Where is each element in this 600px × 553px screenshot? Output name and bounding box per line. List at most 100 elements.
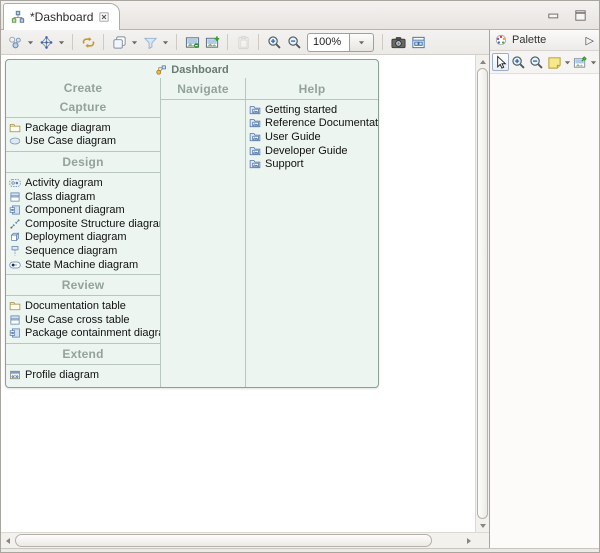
new-table-button-dropdown[interactable] xyxy=(56,32,67,52)
dashboard-item[interactable]: Composite Structure diagram xyxy=(6,217,160,231)
network-graph-icon xyxy=(39,35,54,50)
zoom-level-dropdown-button[interactable] xyxy=(349,33,374,52)
filter-button[interactable] xyxy=(140,32,160,52)
palette-zoom-out-tool[interactable] xyxy=(528,53,545,71)
dashboard-item[interactable]: Component diagram xyxy=(6,203,160,217)
filter-button-dropdown[interactable] xyxy=(160,32,171,52)
copy-appearance-button-dropdown[interactable] xyxy=(129,32,140,52)
section-items: Documentation tableUse Case cross tableP… xyxy=(6,296,160,343)
palette-header[interactable]: Palette ▷ xyxy=(490,30,599,51)
dashboard-item[interactable]: Package diagram xyxy=(6,121,160,135)
minimize-button[interactable] xyxy=(546,8,560,22)
zoom-level-value[interactable]: 100% xyxy=(307,33,349,52)
section-divider xyxy=(6,151,160,152)
screenshot-button[interactable] xyxy=(388,32,408,52)
dashboard-item[interactable]: Reference Documentation xyxy=(246,117,378,131)
dashboard-item[interactable]: Use Case diagram xyxy=(6,135,160,149)
deployment-icon xyxy=(9,231,21,243)
image-tool[interactable] xyxy=(572,53,589,71)
item-label: Support xyxy=(265,158,304,170)
diagram-nodes-icon xyxy=(8,35,23,50)
dashboard-item[interactable]: Class diagram xyxy=(6,190,160,204)
maximize-button[interactable] xyxy=(573,8,587,22)
vertical-scrollbar-thumb[interactable] xyxy=(477,68,488,519)
scroll-left-button[interactable] xyxy=(1,533,14,549)
item-label: Use Case diagram xyxy=(25,135,116,147)
maximize-icon xyxy=(573,8,588,23)
new-diagram-button[interactable] xyxy=(5,32,25,52)
sequence-icon xyxy=(9,245,21,257)
scroll-up-button[interactable] xyxy=(476,55,489,68)
paste-button[interactable] xyxy=(233,32,253,52)
zoom-out-icon xyxy=(529,55,544,70)
item-label: Package diagram xyxy=(25,122,111,134)
close-icon[interactable] xyxy=(98,11,110,23)
copy-shapes-icon xyxy=(112,35,127,50)
ellipse-icon xyxy=(9,135,21,147)
section-title: Capture xyxy=(6,99,160,116)
column-title: Help xyxy=(246,80,378,100)
sync-button[interactable] xyxy=(78,32,98,52)
new-table-button[interactable] xyxy=(36,32,56,52)
diagram-layout-button[interactable] xyxy=(408,32,428,52)
select-tool[interactable] xyxy=(492,53,509,71)
dashboard-item[interactable]: Package containment diagram xyxy=(6,327,160,341)
image-tool-dropdown[interactable] xyxy=(590,53,597,71)
sync-gold-icon xyxy=(81,35,96,50)
item-label: Deployment diagram xyxy=(25,231,127,243)
toolbar-separator xyxy=(258,34,259,50)
new-diagram-button-dropdown[interactable] xyxy=(25,32,36,52)
toolbar-separator xyxy=(72,34,73,50)
toolbar-separator xyxy=(103,34,104,50)
help-folder-icon xyxy=(249,104,261,116)
dashboard-item[interactable]: Getting started xyxy=(246,103,378,117)
statemachine-icon xyxy=(9,259,21,271)
zoom-out-button[interactable] xyxy=(284,32,304,52)
dashboard-item[interactable]: State Machine diagram xyxy=(6,258,160,272)
section-divider xyxy=(6,274,160,275)
palette-zoom-in-tool[interactable] xyxy=(510,53,527,71)
zoom-in-button[interactable] xyxy=(264,32,284,52)
note-tool[interactable] xyxy=(546,53,563,71)
arrow-up-icon xyxy=(480,60,486,64)
dashboard-item[interactable]: Documentation table xyxy=(6,299,160,313)
dashboard-panel: Dashboard CreateCapturePackage diagramUs… xyxy=(5,59,379,388)
horizontal-scrollbar-thumb[interactable] xyxy=(15,534,432,547)
item-label: Activity diagram xyxy=(25,177,103,189)
dashboard-item[interactable]: Deployment diagram xyxy=(6,231,160,245)
section-title: Extend xyxy=(6,346,160,363)
diagram-canvas[interactable]: Dashboard CreateCapturePackage diagramUs… xyxy=(1,55,475,532)
palette-expand-icon[interactable]: ▷ xyxy=(586,34,594,47)
export-image-button[interactable] xyxy=(182,32,202,52)
help-folder-icon xyxy=(249,131,261,143)
dashboard-item[interactable]: Use Case cross table xyxy=(6,313,160,327)
palette-body[interactable] xyxy=(490,74,599,548)
dashboard-item[interactable]: User Guide xyxy=(246,130,378,144)
copy-appearance-button[interactable] xyxy=(109,32,129,52)
tab-dashboard[interactable]: *Dashboard xyxy=(3,3,120,30)
dashboard-item[interactable]: Developer Guide xyxy=(246,144,378,158)
dashboard-item[interactable]: Profile diagram xyxy=(6,368,160,382)
palette-view: Palette ▷ xyxy=(489,30,599,548)
dashboard-item[interactable]: Activity diagram xyxy=(6,176,160,190)
section-items: Activity diagram Class diagramComponent d… xyxy=(6,173,160,274)
dashboard-column-help: Help Getting startedReference Documentati… xyxy=(245,78,378,387)
item-label: Package containment diagram xyxy=(25,327,160,339)
item-label: User Guide xyxy=(265,131,321,143)
item-label: Class diagram xyxy=(25,191,95,203)
vertical-scrollbar[interactable] xyxy=(475,55,489,532)
horizontal-scrollbar[interactable] xyxy=(1,532,489,548)
dashboard-item[interactable]: Support xyxy=(246,157,378,171)
help-folder-icon xyxy=(249,145,261,157)
add-image-button[interactable] xyxy=(202,32,222,52)
activity-icon xyxy=(9,177,21,189)
dashboard-item[interactable]: Sequence diagram xyxy=(6,244,160,258)
diagram-canvas-area: Dashboard CreateCapturePackage diagramUs… xyxy=(1,55,489,532)
arrow-left-icon xyxy=(6,538,10,544)
dropdown-arrow-icon xyxy=(358,39,365,46)
scroll-down-button[interactable] xyxy=(476,519,489,532)
scroll-right-button[interactable] xyxy=(462,533,475,549)
item-label: Component diagram xyxy=(25,204,125,216)
horizontal-scrollbar-track[interactable] xyxy=(14,534,462,548)
note-tool-dropdown[interactable] xyxy=(564,53,571,71)
